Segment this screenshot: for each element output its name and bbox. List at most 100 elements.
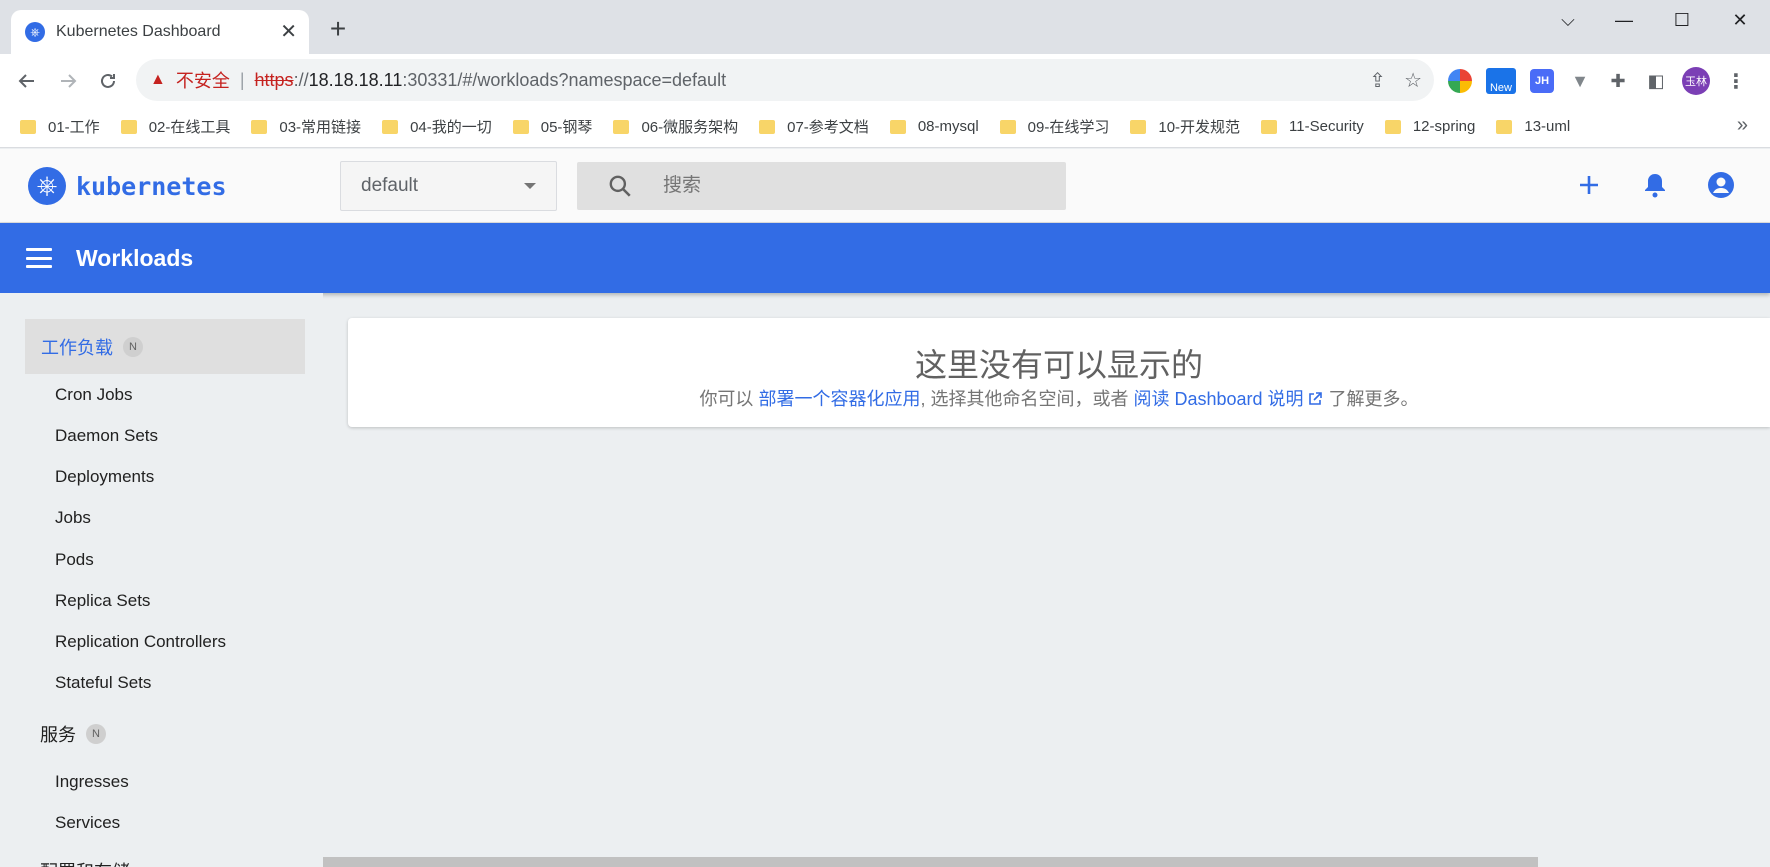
search-input[interactable] — [663, 175, 993, 197]
notifications-button[interactable] — [1640, 170, 1670, 200]
bookmark-folder[interactable]: 10-开发规范 — [1130, 116, 1240, 137]
warning-icon: ▲ — [150, 71, 166, 88]
back-button[interactable] — [13, 67, 41, 95]
address-bar[interactable]: ▲ 不安全 | https :// 18.18.18.11 :30331/#/w… — [136, 59, 1434, 101]
horizontal-scrollbar[interactable] — [323, 857, 1538, 867]
empty-state-title: 这里没有可以显示的 — [914, 347, 1203, 383]
profile-avatar[interactable]: 玉林 — [1682, 67, 1710, 95]
bookmark-folder[interactable]: 12-spring — [1384, 118, 1476, 135]
url-path: :30331/#/workloads?namespace=default — [402, 69, 727, 90]
maximize-button[interactable]: ☐ — [1654, 6, 1710, 34]
bookmark-folder[interactable]: 11-Security — [1261, 118, 1364, 135]
sidebar-category-config-storage[interactable]: 配置和存储 — [25, 858, 130, 867]
security-label[interactable]: 不安全 — [176, 67, 230, 93]
account-circle-icon — [1708, 172, 1734, 198]
open-in-new-icon — [1308, 392, 1322, 405]
bookmark-label: 05-钢琴 — [540, 119, 593, 136]
bookmark-label: 02-在线工具 — [148, 119, 231, 136]
side-panel-icon[interactable]: ◧ — [1644, 69, 1668, 93]
folder-icon — [759, 119, 776, 134]
bookmark-folder[interactable]: 08-mysql — [889, 118, 979, 135]
bookmark-label: 10-开发规范 — [1158, 119, 1241, 136]
bookmark-folder[interactable]: 05-钢琴 — [512, 116, 593, 137]
tab-close-icon[interactable]: ✕ — [280, 22, 297, 42]
bookmark-folder[interactable]: 13-uml — [1496, 118, 1570, 135]
sidebar-category-workloads[interactable]: 工作负载 N — [25, 319, 305, 374]
empty-state-card: 这里没有可以显示的 你可以 部署一个容器化应用, 选择其他命名空间，或者 阅读 … — [348, 318, 1770, 427]
account-button[interactable] — [1706, 170, 1736, 200]
sidebar-item-cron-jobs[interactable]: Cron Jobs — [55, 385, 132, 405]
bookmark-star-icon[interactable]: ☆ — [1404, 68, 1422, 93]
bookmark-label: 07-参考文档 — [787, 119, 869, 136]
menu-icon[interactable] — [26, 248, 52, 268]
app-toolbar: Workloads — [0, 223, 1770, 293]
back-arrow-icon — [18, 74, 34, 88]
url-scheme: https — [254, 69, 294, 90]
bookmark-label: 11-Security — [1289, 118, 1364, 135]
sidebar-item-services[interactable]: Services — [55, 813, 120, 833]
sidebar-item-jobs[interactable]: Jobs — [55, 508, 91, 528]
forward-button[interactable] — [54, 67, 82, 95]
bookmarks-overflow-button[interactable]: » — [1737, 114, 1748, 137]
sidebar-item-pods[interactable]: Pods — [55, 550, 94, 570]
page-title: Workloads — [76, 244, 194, 271]
kubernetes-logo[interactable]: ⎈ kubernetes — [28, 167, 227, 205]
sidebar-item-deployments[interactable]: Deployments — [55, 467, 154, 487]
kubernetes-favicon-icon: ⎈ — [25, 22, 45, 42]
sidebar-item-stateful-sets[interactable]: Stateful Sets — [55, 673, 151, 693]
search-icon — [609, 175, 631, 197]
sidebar-item-replica-sets[interactable]: Replica Sets — [55, 591, 150, 611]
sidebar-category-label: 服务 — [40, 725, 76, 745]
reload-button[interactable] — [94, 67, 122, 95]
namespace-select[interactable]: default — [340, 161, 557, 211]
bookmark-folder[interactable]: 01-工作 — [20, 116, 100, 137]
namespace-badge: N — [86, 724, 106, 744]
browser-tab[interactable]: ⎈ Kubernetes Dashboard ✕ — [11, 10, 309, 54]
browser-toolbar: ▲ 不安全 | https :// 18.18.18.11 :30331/#/w… — [0, 54, 1770, 106]
bookmark-folder[interactable]: 02-在线工具 — [120, 116, 231, 137]
minimize-button[interactable]: — — [1596, 6, 1652, 34]
close-window-button[interactable]: ✕ — [1712, 6, 1768, 34]
sidebar-category-label: 工作负载 — [41, 337, 113, 358]
extension-color-icon[interactable] — [1448, 69, 1472, 93]
extensions-puzzle-icon[interactable]: ✚ — [1606, 69, 1630, 93]
browser-menu-icon[interactable]: ⋮ — [1724, 69, 1748, 93]
plus-icon — [1580, 176, 1598, 194]
bookmark-folder[interactable]: 09-在线学习 — [999, 116, 1109, 137]
tab-search-dropdown-icon[interactable]: ⌵ — [1540, 6, 1596, 34]
sidebar-item-replication-controllers[interactable]: Replication Controllers — [55, 632, 226, 652]
bookmark-folder[interactable]: 07-参考文档 — [759, 116, 869, 137]
namespace-badge: N — [123, 336, 143, 357]
url-host: 18.18.18.11 — [308, 69, 403, 90]
sidebar-item-daemon-sets[interactable]: Daemon Sets — [55, 426, 158, 446]
extensions-area: New JH ▼ ✚ ◧ 玉林 ⋮ — [1448, 67, 1748, 95]
extension-v-icon[interactable]: ▼ — [1568, 69, 1592, 93]
search-bar[interactable] — [577, 162, 1066, 210]
folder-icon — [999, 119, 1016, 134]
forward-arrow-icon — [61, 74, 77, 88]
bookmark-label: 08-mysql — [917, 118, 979, 135]
bookmark-label: 04-我的一切 — [410, 119, 492, 136]
sidebar-category-services[interactable]: 服务 N — [25, 721, 106, 747]
sidebar-item-ingresses[interactable]: Ingresses — [55, 772, 129, 792]
reload-icon — [101, 73, 115, 88]
deploy-app-link[interactable]: 部署一个容器化应用 — [758, 389, 920, 409]
bookmark-label: 06-微服务架构 — [641, 119, 739, 136]
extension-new-badge[interactable]: New — [1486, 68, 1516, 94]
read-docs-link[interactable]: 阅读 Dashboard 说明 — [1133, 389, 1323, 409]
extension-jh-icon[interactable]: JH — [1530, 69, 1554, 93]
create-button[interactable] — [1574, 170, 1604, 200]
bookmark-folder[interactable]: 04-我的一切 — [382, 116, 492, 137]
share-icon[interactable]: ⇪ — [1369, 68, 1386, 93]
namespace-value: default — [361, 175, 419, 196]
folder-icon — [382, 119, 399, 134]
folder-icon — [120, 119, 137, 134]
bookmark-label: 03-常用链接 — [279, 119, 362, 136]
helm-wheel-icon: ⎈ — [28, 167, 66, 205]
bookmark-label: 12-spring — [1412, 118, 1476, 135]
bookmark-folder[interactable]: 03-常用链接 — [251, 116, 361, 137]
new-tab-button[interactable]: + — [324, 15, 352, 44]
bookmark-folder[interactable]: 06-微服务架构 — [613, 116, 738, 137]
brand-name: kubernetes — [76, 171, 227, 201]
sidebar-nav: 工作负载 N Cron Jobs Daemon Sets Deployments… — [0, 293, 323, 867]
